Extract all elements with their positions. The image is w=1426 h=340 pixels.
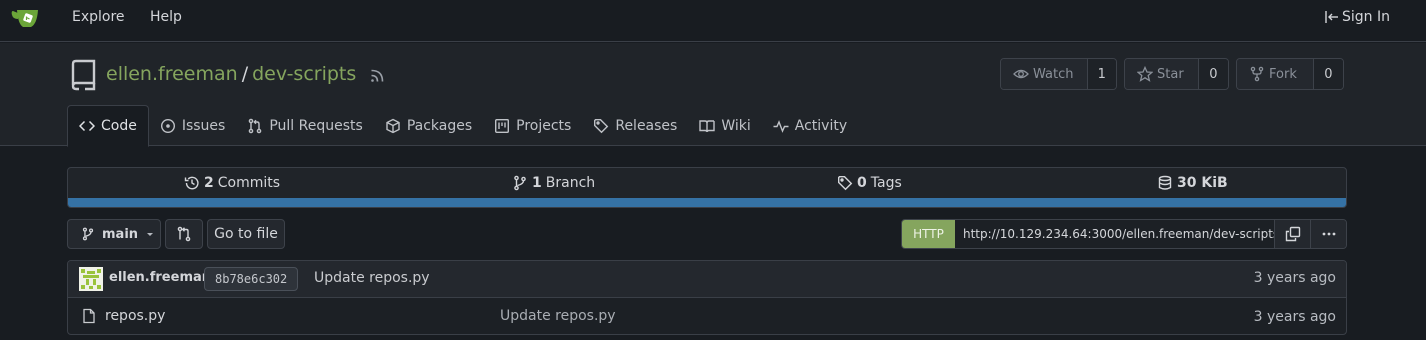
branch-name: main xyxy=(102,226,139,242)
star-count[interactable]: 0 xyxy=(1197,59,1228,89)
tab-projects[interactable]: Projects xyxy=(483,105,582,146)
chevron-down-icon xyxy=(145,229,155,239)
tab-projects-label: Projects xyxy=(516,117,572,134)
kebab-horizontal-icon xyxy=(1321,226,1337,242)
tag-icon xyxy=(593,118,609,134)
code-icon xyxy=(79,118,95,134)
tags-label: Tags xyxy=(870,175,902,191)
branch-label: Branch xyxy=(545,175,596,191)
fork-group: Fork 0 xyxy=(1236,58,1344,90)
commit-message[interactable]: Update repos.py xyxy=(314,270,430,286)
tab-releases-label: Releases xyxy=(615,117,678,134)
watch-count[interactable]: 1 xyxy=(1086,59,1116,89)
tab-wiki[interactable]: Wiki xyxy=(688,105,761,146)
commit-sha-button[interactable]: 8b78e6c302 xyxy=(204,267,299,291)
branches-stat[interactable]: 1 Branch xyxy=(512,175,595,191)
tab-pull-requests-label: Pull Requests xyxy=(269,117,363,134)
git-branch-icon xyxy=(512,175,528,191)
fork-count[interactable]: 0 xyxy=(1312,59,1343,89)
commits-stat[interactable]: 2 Commits xyxy=(184,175,280,191)
rss-icon[interactable] xyxy=(370,69,384,83)
tab-code-label: Code xyxy=(101,118,137,134)
history-icon xyxy=(184,175,200,191)
tags-count: 0 xyxy=(857,175,867,191)
file-table: ellen.freeman 8b78e6c302 Update repos.py… xyxy=(67,260,1347,335)
repo-tabs: Code Issues Pull Requests Packages Proje… xyxy=(67,105,858,147)
star-icon xyxy=(1137,66,1153,82)
nav-explore-link[interactable]: Explore xyxy=(72,9,125,25)
commit-time: 3 years ago xyxy=(1253,270,1336,286)
repo-name-link[interactable]: dev-scripts xyxy=(252,63,356,85)
star-label: Star xyxy=(1157,66,1184,82)
compare-button[interactable] xyxy=(165,219,203,249)
repo-size: 30 KiB xyxy=(1177,175,1228,191)
tab-releases[interactable]: Releases xyxy=(582,105,688,146)
language-bar[interactable] xyxy=(68,198,1346,207)
git-branch-icon xyxy=(81,227,95,241)
commits-label: Commits xyxy=(217,175,281,191)
repo-owner-link[interactable]: ellen.freeman xyxy=(106,63,238,85)
package-icon xyxy=(385,118,401,134)
tab-packages-label: Packages xyxy=(406,117,473,134)
clone-panel: HTTP http://10.129.234.64:3000/ellen.fre… xyxy=(901,219,1347,249)
tab-pull-requests[interactable]: Pull Requests xyxy=(236,105,373,146)
repo-header: ellen.freeman / dev-scripts Watch 1 Star… xyxy=(0,43,1426,147)
avatar[interactable] xyxy=(79,267,103,291)
clone-url-input[interactable]: http://10.129.234.64:3000/ellen.freeman/… xyxy=(955,220,1275,248)
tab-wiki-label: Wiki xyxy=(721,117,751,134)
project-icon xyxy=(494,118,510,134)
repo-icon xyxy=(69,59,97,91)
database-icon xyxy=(1157,175,1173,191)
gitea-logo-icon[interactable] xyxy=(11,6,41,30)
tab-packages[interactable]: Packages xyxy=(374,105,483,146)
repo-title-separator: / xyxy=(241,63,249,85)
watch-label: Watch xyxy=(1033,66,1074,82)
watch-group: Watch 1 xyxy=(1000,58,1117,90)
more-options-button[interactable] xyxy=(1311,220,1346,248)
tab-issues[interactable]: Issues xyxy=(149,105,237,146)
issue-opened-icon xyxy=(160,118,176,134)
file-commit-time: 3 years ago xyxy=(1253,309,1336,325)
star-group: Star 0 xyxy=(1124,58,1229,90)
copy-url-button[interactable] xyxy=(1275,220,1311,248)
clone-protocol-button[interactable]: HTTP xyxy=(902,220,955,248)
repo-title: ellen.freeman / dev-scripts xyxy=(106,63,356,85)
branch-count: 1 xyxy=(532,175,542,191)
sign-in-icon xyxy=(1324,9,1340,25)
book-icon xyxy=(699,118,716,134)
branch-selector[interactable]: main xyxy=(67,219,161,249)
eye-icon xyxy=(1013,66,1029,82)
go-to-file-button[interactable]: Go to file xyxy=(207,219,285,249)
commits-count: 2 xyxy=(204,175,214,191)
tag-icon xyxy=(837,175,853,191)
latest-commit-row: ellen.freeman 8b78e6c302 Update repos.py… xyxy=(68,261,1346,298)
star-button[interactable]: Star xyxy=(1125,59,1198,89)
tab-activity[interactable]: Activity xyxy=(762,105,858,146)
watch-button[interactable]: Watch xyxy=(1001,59,1087,89)
tags-stat[interactable]: 0 Tags xyxy=(837,175,902,191)
sign-in-link[interactable]: Sign In xyxy=(1324,9,1390,25)
tab-activity-label: Activity xyxy=(794,117,848,134)
repo-forked-icon xyxy=(1249,66,1265,82)
git-pull-request-icon xyxy=(247,118,263,134)
nav-help-link[interactable]: Help xyxy=(150,9,182,25)
file-icon xyxy=(81,308,97,324)
file-commit-message[interactable]: Update repos.py xyxy=(500,308,616,324)
fork-button[interactable]: Fork xyxy=(1237,59,1313,89)
tab-code[interactable]: Code xyxy=(67,105,149,147)
table-row: repos.py Update repos.py 3 years ago xyxy=(68,298,1346,334)
copy-icon xyxy=(1285,226,1301,242)
top-nav: Explore Help Sign In xyxy=(0,0,1426,42)
file-name-link[interactable]: repos.py xyxy=(105,308,165,324)
sign-in-label: Sign In xyxy=(1342,9,1390,25)
repo-stats-bar: 2 Commits 1 Branch 0 Tags 30 KiB xyxy=(67,167,1347,208)
commit-author[interactable]: ellen.freeman xyxy=(109,270,211,285)
fork-label: Fork xyxy=(1269,66,1297,82)
pulse-icon xyxy=(773,118,789,134)
tab-issues-label: Issues xyxy=(181,117,226,134)
size-stat: 30 KiB xyxy=(1157,175,1228,191)
git-compare-icon xyxy=(176,226,192,242)
